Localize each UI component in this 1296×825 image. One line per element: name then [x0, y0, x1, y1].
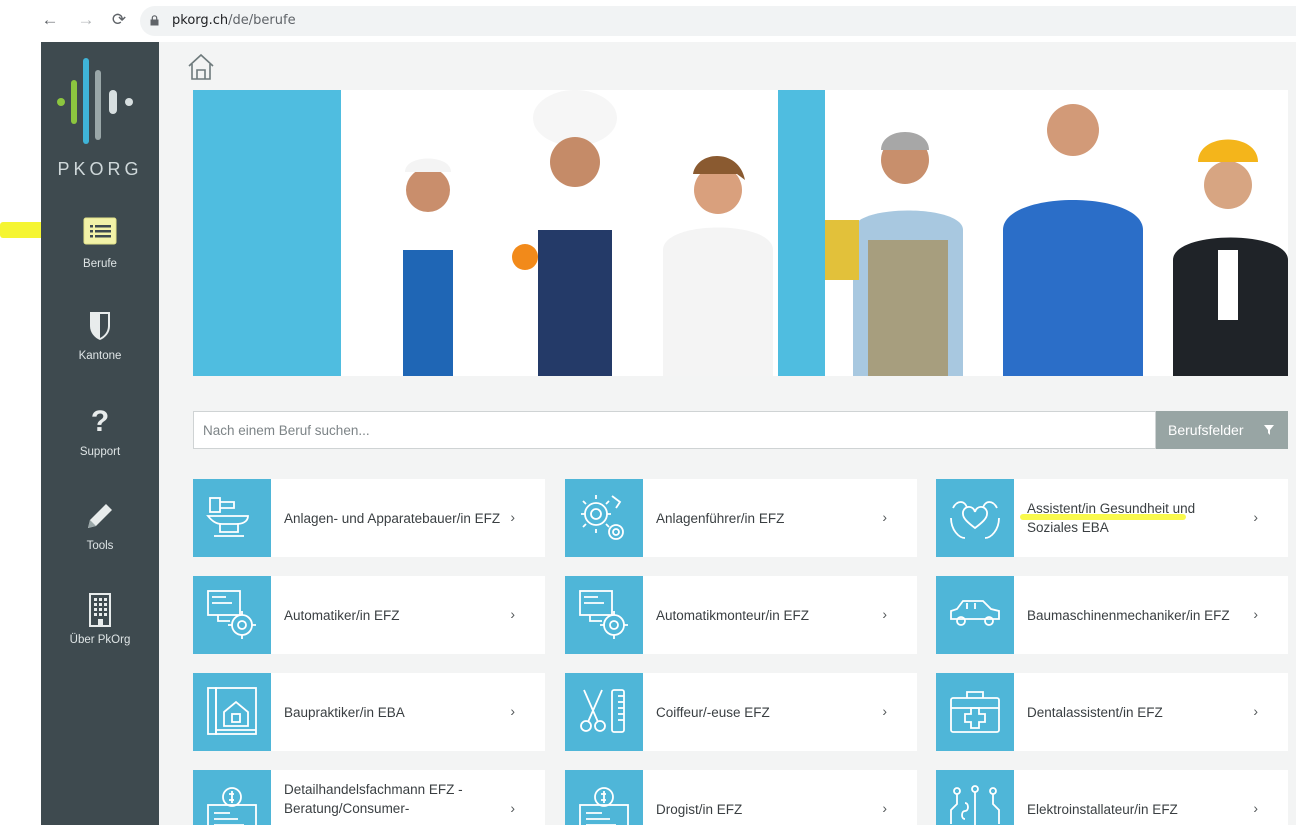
sidebar: PKORG Berufe Kantone ? Support Tools Übe…: [41, 42, 159, 825]
card-icon-tile: [936, 479, 1014, 557]
card-detailhandelsfachmann[interactable]: Detailhandelsfachmann EFZ - Beratung/Con…: [193, 770, 545, 825]
card-title: Automatiker/in EFZ: [284, 607, 400, 623]
highlighter-mark: [1020, 514, 1186, 520]
card-title: Coiffeur/-euse EFZ: [656, 704, 770, 720]
chevron-right-icon: ›: [510, 703, 515, 719]
car-icon: [950, 600, 1000, 626]
card-baupraktiker[interactable]: Baupraktiker/in EBA ›: [193, 673, 545, 751]
home-icon[interactable]: [186, 52, 216, 82]
search-bar: Berufsfelder: [193, 411, 1288, 449]
card-title: Baumaschinenmechaniker/in EFZ: [1027, 607, 1230, 623]
card-assistent-gesundheit[interactable]: Assistent/in Gesundheit und Soziales EBA…: [936, 479, 1288, 557]
card-icon-tile: [565, 576, 643, 654]
circuit-icon: [950, 785, 1000, 825]
forward-arrow-icon[interactable]: →: [74, 8, 98, 32]
card-anlagen-apparatebauer[interactable]: Anlagen- und Apparatebauer/in EFZ ›: [193, 479, 545, 557]
url-domain: pkorg.ch: [172, 13, 229, 28]
sidebar-item-label: Support: [79, 446, 121, 458]
chevron-right-icon: ›: [882, 509, 887, 525]
card-icon-tile: [936, 673, 1014, 751]
scissors-comb-icon: [580, 689, 625, 733]
gears-icon: [581, 495, 624, 540]
sidebar-item-label: Über PkOrg: [69, 634, 131, 646]
card-icon-tile: [193, 770, 271, 825]
card-coiffeur[interactable]: Coiffeur/-euse EFZ ›: [565, 673, 917, 751]
hero-image: [193, 90, 1288, 376]
chevron-right-icon: ›: [1253, 703, 1258, 719]
chevron-right-icon: ›: [510, 800, 515, 816]
card-icon-tile: [193, 576, 271, 654]
card-title: Drogist/in EFZ: [656, 801, 743, 817]
chevron-right-icon: ›: [882, 800, 887, 816]
chevron-right-icon: ›: [882, 606, 887, 622]
chevron-right-icon: ›: [1253, 509, 1258, 525]
pencil-icon: [88, 504, 112, 528]
funnel-icon: [1264, 425, 1274, 435]
card-automatikmonteur[interactable]: Automatikmonteur/in EFZ ›: [565, 576, 917, 654]
pkorg-logo[interactable]: PKORG: [41, 52, 159, 192]
invoice-icon: [579, 787, 629, 825]
browser-toolbar: ← → ⟳ pkorg.ch/de/berufe: [0, 0, 1296, 42]
url-text: pkorg.ch/de/berufe: [172, 13, 296, 28]
sidebar-item-ueber-pkorg[interactable]: Über PkOrg: [41, 592, 159, 672]
card-baumaschinenmechaniker[interactable]: Baumaschinenmechaniker/in EFZ ›: [936, 576, 1288, 654]
chevron-right-icon: ›: [1253, 800, 1258, 816]
sidebar-item-berufe[interactable]: Berufe: [41, 216, 159, 296]
card-icon-tile: [193, 673, 271, 751]
back-arrow-icon[interactable]: ←: [38, 8, 62, 32]
list-icon: [83, 217, 117, 245]
card-title: Anlagen- und Apparatebauer/in EFZ: [284, 510, 501, 526]
sidebar-item-label: Tools: [86, 540, 114, 552]
card-dentalassistent[interactable]: Dentalassistent/in EFZ ›: [936, 673, 1288, 751]
house-plan-icon: [207, 687, 257, 735]
card-icon-tile: [936, 770, 1014, 825]
card-icon-tile: [193, 479, 271, 557]
lock-icon: [150, 15, 159, 26]
sidebar-item-kantone[interactable]: Kantone: [41, 308, 159, 388]
building-icon: [89, 593, 111, 627]
anvil-icon: [206, 497, 249, 537]
question-icon: ?: [90, 405, 110, 438]
caring-hands-icon: [950, 501, 1000, 539]
address-bar[interactable]: pkorg.ch/de/berufe: [140, 6, 1296, 36]
computer-gear-icon: [207, 590, 256, 639]
card-title: Dentalassistent/in EFZ: [1027, 704, 1163, 720]
card-title: Baupraktiker/in EBA: [284, 704, 405, 720]
search-input[interactable]: [193, 411, 1156, 449]
url-path: /de/berufe: [228, 13, 296, 28]
card-icon-tile: [565, 479, 643, 557]
chevron-right-icon: ›: [510, 606, 515, 622]
berufsfelder-filter-button[interactable]: Berufsfelder: [1156, 411, 1288, 449]
card-elektroinstallateur[interactable]: Elektroinstallateur/in EFZ ›: [936, 770, 1288, 825]
card-automatiker[interactable]: Automatiker/in EFZ ›: [193, 576, 545, 654]
filter-label: Berufsfelder: [1168, 422, 1244, 438]
card-icon-tile: [565, 770, 643, 825]
reload-icon[interactable]: ⟳: [107, 8, 131, 32]
sidebar-item-tools[interactable]: Tools: [41, 498, 159, 578]
card-title: Elektroinstallateur/in EFZ: [1027, 801, 1178, 817]
card-title: Anlagenführer/in EFZ: [656, 510, 785, 526]
hero-banner: [193, 90, 1288, 376]
sidebar-item-support[interactable]: ? Support: [41, 404, 159, 484]
computer-gear-icon: [579, 590, 628, 639]
top-header: [159, 42, 1296, 90]
card-drogist[interactable]: Drogist/in EFZ ›: [565, 770, 917, 825]
card-title: Automatikmonteur/in EFZ: [656, 607, 810, 623]
card-icon-tile: [565, 673, 643, 751]
chevron-right-icon: ›: [510, 509, 515, 525]
logo-text: PKORG: [57, 159, 143, 179]
card-icon-tile: [936, 576, 1014, 654]
first-aid-kit-icon: [950, 691, 1000, 733]
sidebar-item-label: Berufe: [83, 258, 117, 270]
chevron-right-icon: ›: [1253, 606, 1258, 622]
chevron-right-icon: ›: [882, 703, 887, 719]
card-anlagenfuehrer[interactable]: Anlagenführer/in EFZ ›: [565, 479, 917, 557]
logo-bars-icon: [57, 58, 133, 144]
invoice-icon: [207, 787, 257, 825]
sidebar-item-label: Kantone: [78, 350, 122, 362]
card-title: Detailhandelsfachmann EFZ - Beratung/Con…: [284, 782, 463, 816]
shield-icon: [90, 312, 110, 340]
